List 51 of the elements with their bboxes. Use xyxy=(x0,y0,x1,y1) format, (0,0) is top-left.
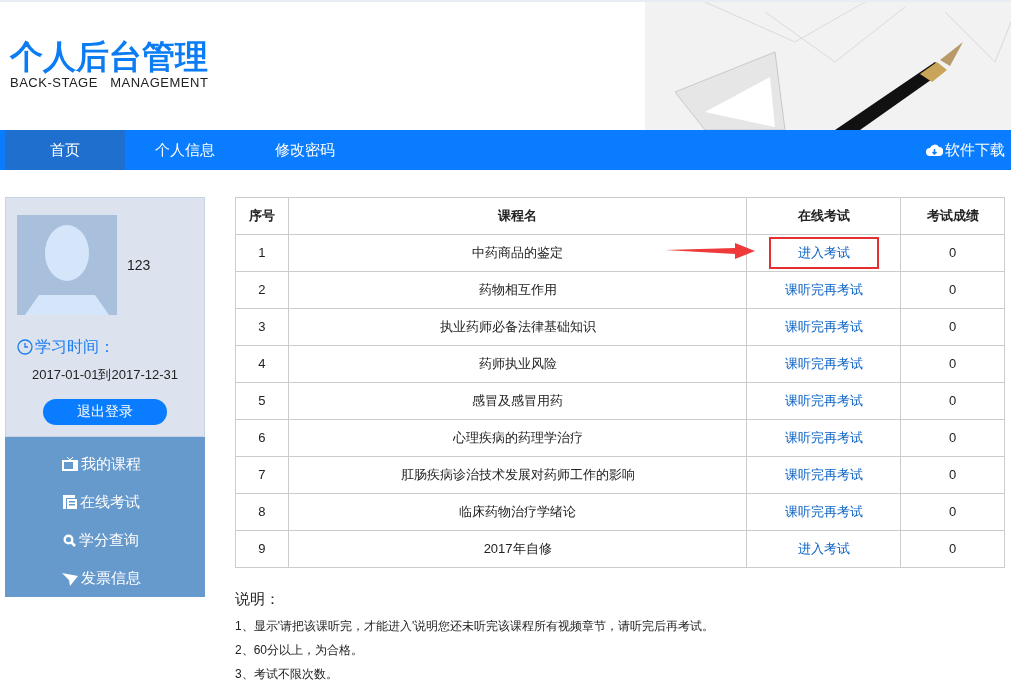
column-header: 考试成绩 xyxy=(900,197,1005,235)
score-cell: 0 xyxy=(900,456,1005,494)
row-number-cell: 1 xyxy=(235,234,289,272)
course-name-cell: 执业药师必备法律基础知识 xyxy=(288,308,747,346)
row-number-cell: 2 xyxy=(235,271,289,309)
paper-plane-icon xyxy=(61,570,78,586)
note-text: 3、考试不限次数。 xyxy=(235,665,339,683)
search-icon xyxy=(63,533,76,547)
score-cell: 0 xyxy=(900,345,1005,383)
score-cell: 0 xyxy=(900,493,1005,531)
course-name-cell: 感冒及感冒用药 xyxy=(288,382,747,420)
score-cell: 0 xyxy=(900,382,1005,420)
cloud-download-icon[interactable] xyxy=(926,144,943,156)
site-title: 个人后台管理 xyxy=(10,38,209,76)
exam-link[interactable]: 进入考试 xyxy=(768,237,879,269)
score-cell: 0 xyxy=(900,234,1005,272)
course-name-cell: 2017年自修 xyxy=(288,530,747,568)
nav-tab[interactable]: 修改密码 xyxy=(245,130,365,170)
score-cell: 0 xyxy=(900,530,1005,568)
course-name-cell: 药物相互作用 xyxy=(288,271,747,309)
course-name-cell: 药师执业风险 xyxy=(288,345,747,383)
notes-title: 说明： xyxy=(235,589,281,609)
note-text: 1、显示'请把该课听完，才能进入'说明您还未听完该课程所有视频章节，请听完后再考试。 xyxy=(235,617,716,635)
row-number-cell: 7 xyxy=(235,456,289,494)
course-name-cell: 肛肠疾病诊治技术发展对药师工作的影响 xyxy=(288,456,747,494)
nav-tab[interactable]: 个人信息 xyxy=(125,130,245,170)
course-name-cell: 心理疾病的药理学治疗 xyxy=(288,419,747,457)
nav-tab[interactable]: 首页 xyxy=(5,130,125,170)
row-number-cell: 8 xyxy=(235,493,289,531)
row-number-cell: 4 xyxy=(235,345,289,383)
study-time-range: 2017-01-01到2017-12-31 xyxy=(31,366,179,384)
tv-icon xyxy=(61,457,78,471)
document-icon xyxy=(62,495,77,509)
column-header: 课程名 xyxy=(288,197,747,235)
row-number-cell: 5 xyxy=(235,382,289,420)
score-cell: 0 xyxy=(900,271,1005,309)
column-header: 在线考试 xyxy=(746,197,901,235)
course-name-cell: 临床药物治疗学绪论 xyxy=(288,493,747,531)
column-header: 序号 xyxy=(235,197,289,235)
username: 123 xyxy=(127,255,151,275)
row-number-cell: 3 xyxy=(235,308,289,346)
score-cell: 0 xyxy=(900,419,1005,457)
study-time-label: 学习时间： xyxy=(35,337,115,357)
score-cell: 0 xyxy=(900,308,1005,346)
note-text: 2、60分以上，为合格。 xyxy=(235,641,365,659)
row-number-cell: 6 xyxy=(235,419,289,457)
download-link[interactable]: 软件下载 xyxy=(945,138,1005,162)
row-number-cell: 9 xyxy=(235,530,289,568)
logout-button[interactable]: 退出登录 xyxy=(43,398,167,425)
site-subtitle: BACK-STAGE MANAGEMENT xyxy=(10,76,210,90)
clock-icon xyxy=(17,339,33,355)
